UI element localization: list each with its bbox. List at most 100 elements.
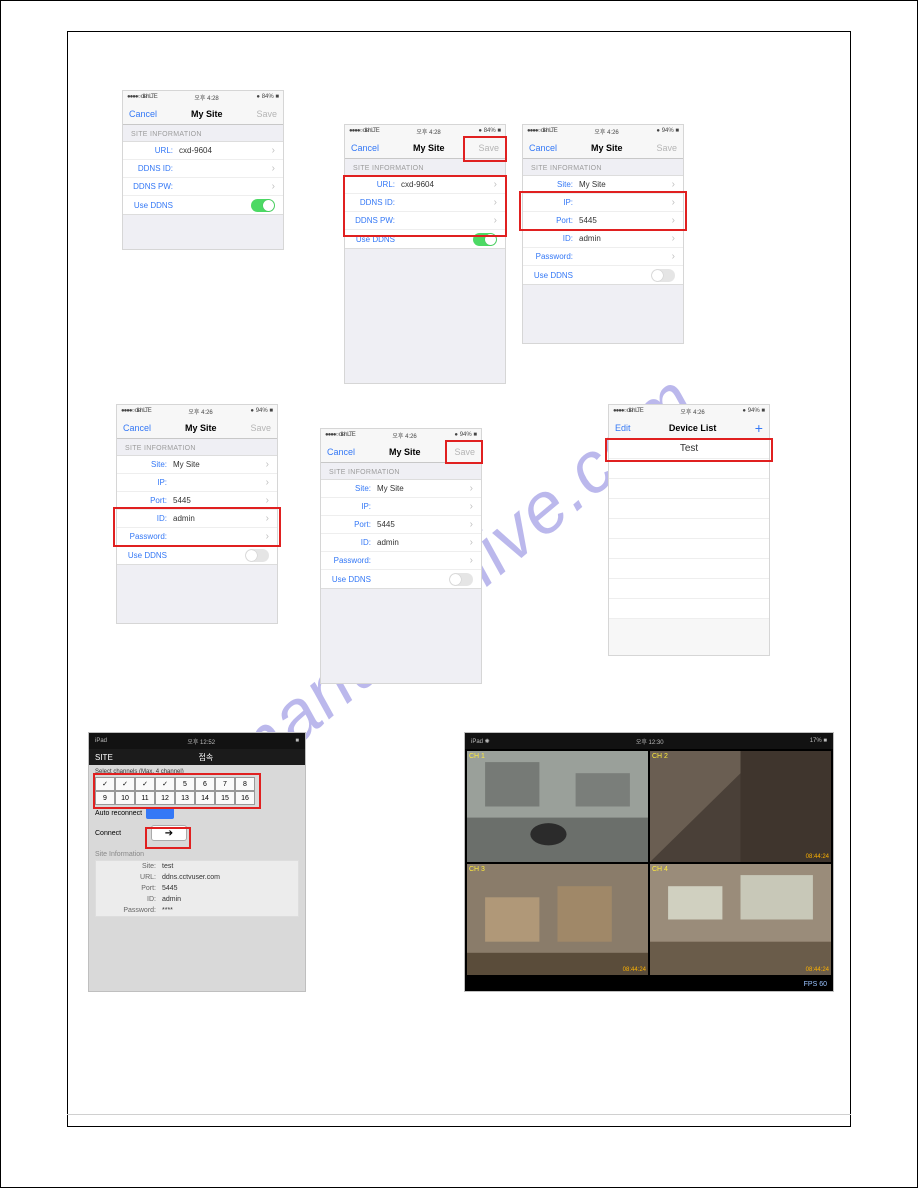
timestamp: 08:44:24 — [623, 967, 646, 973]
section-site-info: SITE INFORMATION — [345, 159, 505, 175]
chevron-right-icon: › — [672, 215, 675, 226]
toggle-on[interactable] — [473, 233, 497, 246]
toggle-off[interactable] — [449, 573, 473, 586]
auto-reconnect-row: Auto reconnect — [89, 805, 305, 821]
save-button[interactable]: Save — [250, 423, 271, 433]
section-site-info: SITE INFORMATION — [117, 439, 277, 455]
channel-cell[interactable]: ✓ — [115, 777, 135, 791]
status-bar: iPad ✺ 오후 12:30 17% ■ — [465, 733, 833, 749]
channel-cell[interactable]: ✓ — [155, 777, 175, 791]
channel-row-2: 9 10 11 12 13 14 15 16 — [95, 791, 299, 805]
screen-id-pwd: ●●●●○ olleh LTE 오후 4:26 ● 94% ■ Cancel M… — [116, 404, 278, 624]
row-ddns-id[interactable]: DDNS ID: › — [123, 160, 283, 178]
row-password[interactable]: Password:› — [117, 528, 277, 546]
row-use-ddns[interactable]: Use DDNS — [321, 570, 481, 588]
row-use-ddns[interactable]: Use DDNS — [345, 230, 505, 248]
row-id[interactable]: ID:admin› — [321, 534, 481, 552]
status-bar: ●●●●○ olleh LTE 오후 4:26 ● 94% ■ — [523, 125, 683, 137]
chevron-right-icon: › — [470, 501, 473, 512]
save-button[interactable]: Save — [256, 109, 277, 119]
save-button[interactable]: Save — [478, 143, 499, 153]
row-use-ddns[interactable]: Use DDNS — [123, 196, 283, 214]
row-ip[interactable]: IP:› — [321, 498, 481, 516]
nav-title: My Site — [185, 423, 217, 433]
channel-cell[interactable]: 11 — [135, 791, 155, 805]
row-url[interactable]: URL: cxd-9604 › — [123, 142, 283, 160]
row-ddns-pw[interactable]: DDNS PW: › — [345, 212, 505, 230]
channel-cell[interactable]: 13 — [175, 791, 195, 805]
camera-1[interactable]: CH 1 — [467, 751, 648, 862]
channel-cell[interactable]: 15 — [215, 791, 235, 805]
channel-cell[interactable]: 10 — [115, 791, 135, 805]
row-password[interactable]: Password:› — [523, 248, 683, 266]
channel-cell[interactable]: 9 — [95, 791, 115, 805]
cancel-button[interactable]: Cancel — [327, 447, 355, 457]
row-id[interactable]: ID:admin› — [523, 230, 683, 248]
cancel-button[interactable]: Cancel — [529, 143, 557, 153]
channel-cell[interactable]: 6 — [195, 777, 215, 791]
rowgroup: Site:My Site› IP:› Port:5445› ID:admin› … — [117, 455, 277, 565]
row-port[interactable]: Port:5445› — [321, 516, 481, 534]
channel-cell[interactable]: 16 — [235, 791, 255, 805]
status-bar: ●●●●○ olleh LTE 오후 4:26 ● 94% ■ — [321, 429, 481, 441]
row-site[interactable]: Site:My Site› — [117, 456, 277, 474]
channel-cell[interactable]: 12 — [155, 791, 175, 805]
info-site: Site:test — [96, 861, 298, 872]
row-password[interactable]: Password:› — [321, 552, 481, 570]
edit-button[interactable]: Edit — [615, 423, 631, 433]
device-list-item[interactable]: Test — [609, 439, 769, 459]
channel-cell[interactable]: 7 — [215, 777, 235, 791]
list-row — [609, 459, 769, 479]
channel-label: CH 1 — [469, 753, 485, 760]
timestamp: 08:44:24 — [806, 967, 829, 973]
chevron-right-icon: › — [266, 531, 269, 542]
camera-3[interactable]: CH 3 08:44:24 — [467, 864, 648, 975]
row-use-ddns[interactable]: Use DDNS — [523, 266, 683, 284]
rowgroup: Site:My Site› IP:› Port:5445› ID:admin› … — [321, 479, 481, 589]
channel-label: CH 2 — [652, 753, 668, 760]
row-ddns-pw[interactable]: DDNS PW: › — [123, 178, 283, 196]
row-site[interactable]: Site:My Site› — [523, 176, 683, 194]
page-inner: manualshive.com ●●●●○ olleh LTE 오후 4:28 … — [67, 31, 851, 1127]
chevron-right-icon: › — [272, 145, 275, 156]
toggle-off[interactable] — [651, 269, 675, 282]
save-button[interactable]: Save — [454, 447, 475, 457]
row-ddns-id[interactable]: DDNS ID: › — [345, 194, 505, 212]
auto-reconnect-toggle[interactable] — [146, 807, 174, 819]
camera-2[interactable]: CH 2 08:44:24 — [650, 751, 831, 862]
list-row — [609, 539, 769, 559]
channel-cell[interactable]: ✓ — [135, 777, 155, 791]
channel-row-1: ✓ ✓ ✓ ✓ 5 6 7 8 — [95, 777, 299, 791]
nav-title: My Site — [191, 109, 223, 119]
list-row — [609, 499, 769, 519]
cancel-button[interactable]: Cancel — [123, 423, 151, 433]
list-row — [609, 479, 769, 499]
save-button[interactable]: Save — [656, 143, 677, 153]
row-ip[interactable]: IP:› — [523, 194, 683, 212]
camera-4[interactable]: CH 4 08:44:24 — [650, 864, 831, 975]
channel-cell[interactable]: 8 — [235, 777, 255, 791]
info-id: ID:admin — [96, 894, 298, 905]
status-bar: ●●●●○ olleh LTE 오후 4:26 ● 94% ■ — [609, 405, 769, 417]
row-use-ddns[interactable]: Use DDNS — [117, 546, 277, 564]
add-button[interactable]: + — [755, 421, 763, 435]
row-site[interactable]: Site:My Site› — [321, 480, 481, 498]
toggle-on[interactable] — [251, 199, 275, 212]
row-port[interactable]: Port:5445› — [117, 492, 277, 510]
cancel-button[interactable]: Cancel — [129, 109, 157, 119]
back-button[interactable]: SITE — [95, 753, 113, 762]
status-bar: ●●●●○ olleh LTE 오후 4:28 ● 84% ■ — [345, 125, 505, 137]
rowgroup: Site:My Site› IP:› Port:5445› ID:admin› … — [523, 175, 683, 285]
cancel-button[interactable]: Cancel — [351, 143, 379, 153]
chevron-right-icon: › — [266, 513, 269, 524]
connect-button[interactable]: ➔ — [151, 825, 187, 841]
row-ip[interactable]: IP:› — [117, 474, 277, 492]
connect-row: Connect ➔ — [89, 821, 305, 845]
channel-cell[interactable]: ✓ — [95, 777, 115, 791]
row-id[interactable]: ID:admin› — [117, 510, 277, 528]
channel-cell[interactable]: 14 — [195, 791, 215, 805]
toggle-off[interactable] — [245, 549, 269, 562]
channel-cell[interactable]: 5 — [175, 777, 195, 791]
row-url[interactable]: URL: cxd-9604 › — [345, 176, 505, 194]
row-port[interactable]: Port:5445› — [523, 212, 683, 230]
